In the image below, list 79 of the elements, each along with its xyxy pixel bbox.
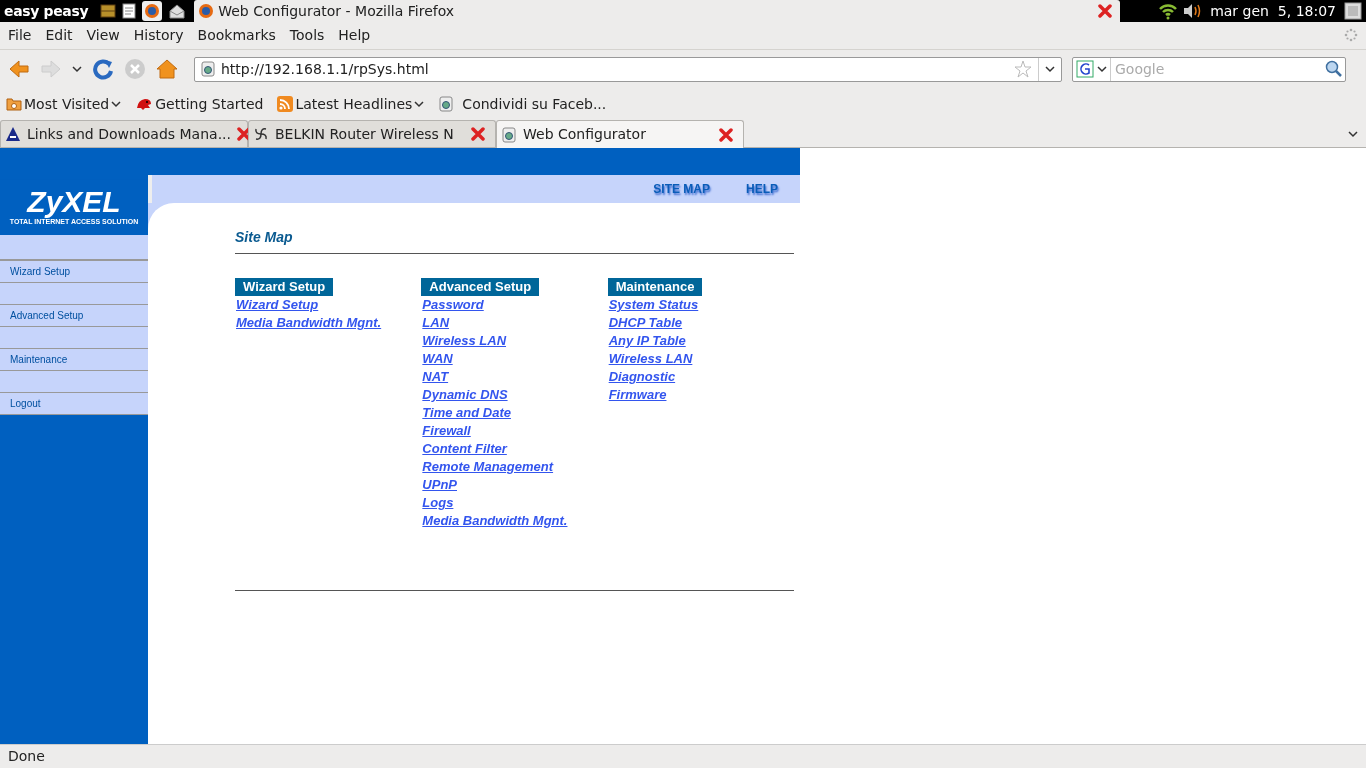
throbber-icon xyxy=(1344,28,1358,43)
caret-icon xyxy=(414,100,425,109)
menu-item[interactable]: Bookmarks xyxy=(197,24,276,46)
search-icon[interactable] xyxy=(1325,60,1343,79)
window-title: Web Configurator - Mozilla Firefox xyxy=(218,1,456,21)
page-link[interactable]: Remote Management xyxy=(421,458,554,477)
caret-icon[interactable] xyxy=(1348,130,1358,139)
menu-item[interactable]: View xyxy=(86,24,120,46)
envelope-icon[interactable] xyxy=(168,3,187,19)
zyxel-logo: ZyXEL xyxy=(27,187,121,218)
page-link[interactable]: Wireless LAN xyxy=(421,332,506,351)
page-title: Site Map xyxy=(235,228,294,248)
user-icon[interactable] xyxy=(1344,2,1362,20)
close-icon[interactable] xyxy=(1098,4,1113,18)
page-link[interactable]: Firewall xyxy=(421,422,471,441)
close-icon[interactable] xyxy=(237,127,251,142)
window-title-tab[interactable]: Web Configurator - Mozilla Firefox xyxy=(194,0,1121,22)
bookmark-item[interactable]: Most Visited xyxy=(6,93,122,115)
page-link[interactable]: DHCP Table xyxy=(607,314,683,333)
close-icon[interactable] xyxy=(719,127,733,142)
caret-icon xyxy=(111,100,122,109)
page-link[interactable]: UPnP xyxy=(421,476,457,495)
page-link[interactable]: Password xyxy=(421,296,484,315)
page-icon xyxy=(438,96,455,113)
header-link[interactable]: SITE MAP xyxy=(653,180,710,199)
page-link[interactable]: LAN xyxy=(421,314,450,333)
wifi-icon[interactable] xyxy=(1158,2,1179,20)
page-link[interactable]: System Status xyxy=(607,296,699,315)
bookmark-item[interactable]: Getting Started xyxy=(135,93,264,115)
browser-tab[interactable]: Web Configurator xyxy=(496,120,744,149)
triangle-icon xyxy=(5,126,21,143)
back-arrow-icon[interactable] xyxy=(8,58,30,81)
menu-item[interactable]: Tools xyxy=(289,24,325,46)
close-icon[interactable] xyxy=(471,127,485,142)
page-link[interactable]: Time and Date xyxy=(421,404,511,423)
menu-item[interactable]: Help xyxy=(338,24,371,46)
dinosaur-icon xyxy=(135,96,154,113)
reload-icon[interactable] xyxy=(92,58,114,81)
desktop-logo[interactable]: easy peasy xyxy=(0,0,93,22)
search-engine-icon[interactable] xyxy=(1076,60,1094,79)
page-link[interactable]: Dynamic DNS xyxy=(421,386,508,405)
header-link[interactable]: HELP xyxy=(746,180,778,199)
clock[interactable]: mar gen 5, 18:07 xyxy=(1206,0,1340,22)
page-link[interactable]: Media Bandwidth Mgnt. xyxy=(421,512,568,531)
section-heading: Maintenance xyxy=(607,278,703,297)
browser-tab[interactable]: BELKIN Router Wireless N xyxy=(248,120,496,148)
menu-item[interactable]: File xyxy=(8,24,32,46)
page-icon xyxy=(200,61,216,78)
page-link[interactable]: Diagnostic xyxy=(607,368,676,387)
page-link[interactable]: NAT xyxy=(421,368,449,387)
rss-feed-icon xyxy=(277,96,294,113)
menu-item[interactable]: Edit xyxy=(45,24,73,46)
document-icon[interactable] xyxy=(122,3,137,19)
firefox-icon xyxy=(198,3,215,19)
page-link[interactable]: Media Bandwidth Mgnt. xyxy=(235,314,382,333)
section-heading: Advanced Setup xyxy=(421,278,540,297)
menu-item[interactable]: History xyxy=(133,24,184,46)
page-link[interactable]: Logs xyxy=(421,494,454,513)
firefox-icon[interactable] xyxy=(142,1,163,21)
page-link[interactable]: Any IP Table xyxy=(607,332,686,351)
page-link[interactable]: Wireless LAN xyxy=(607,350,693,369)
url-field[interactable]: http://192.168.1.1/rpSys.html xyxy=(194,56,1062,82)
page-link[interactable]: Firmware xyxy=(607,386,667,405)
page-link[interactable]: WAN xyxy=(421,350,453,369)
status-text: Done xyxy=(8,747,45,767)
star-icon[interactable] xyxy=(1014,60,1032,79)
swirl-icon xyxy=(253,126,269,143)
cabinet-icon[interactable] xyxy=(100,3,117,19)
section-heading: Wizard Setup xyxy=(235,278,334,297)
speaker-icon[interactable] xyxy=(1182,2,1203,20)
bookmark-item[interactable]: Condividi su Faceb... xyxy=(438,93,607,115)
caret-icon[interactable] xyxy=(72,65,82,74)
folder-icon xyxy=(6,96,22,113)
bookmark-item[interactable]: Latest Headlines xyxy=(277,93,425,115)
home-icon[interactable] xyxy=(156,58,178,81)
browser-tab[interactable]: Links and Downloads Mana... xyxy=(0,120,248,148)
page-link[interactable]: Content Filter xyxy=(421,440,507,459)
page-link[interactable]: Wizard Setup xyxy=(235,296,319,315)
page-icon xyxy=(501,126,517,143)
